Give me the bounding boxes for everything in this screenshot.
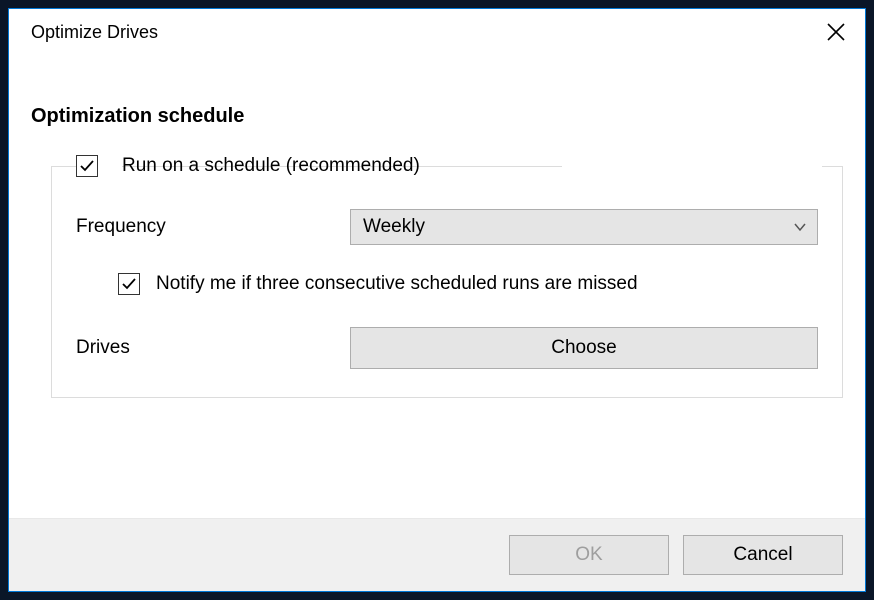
- notify-label: Notify me if three consecutive scheduled…: [156, 273, 638, 295]
- run-schedule-label: Run on a schedule (recommended): [122, 155, 420, 177]
- frequency-value: Weekly: [363, 216, 425, 238]
- ok-button-label: OK: [575, 544, 602, 566]
- ok-button[interactable]: OK: [509, 535, 669, 575]
- section-heading: Optimization schedule: [31, 105, 843, 128]
- choose-button-label: Choose: [551, 337, 617, 359]
- run-schedule-checkbox[interactable]: [76, 155, 98, 177]
- content-area: Optimization schedule Run on a schedule …: [9, 55, 865, 518]
- frequency-dropdown[interactable]: Weekly: [350, 209, 818, 245]
- close-button[interactable]: [821, 17, 851, 47]
- frequency-row: Frequency Weekly: [76, 209, 818, 245]
- checkmark-icon: [79, 158, 95, 174]
- dialog-window: Optimize Drives Optimization schedule Ru…: [8, 8, 866, 592]
- titlebar: Optimize Drives: [9, 9, 865, 55]
- cancel-button[interactable]: Cancel: [683, 535, 843, 575]
- close-icon: [826, 22, 846, 42]
- notify-row: Notify me if three consecutive scheduled…: [76, 273, 818, 295]
- dialog-footer: OK Cancel: [9, 518, 865, 591]
- chevron-down-icon: [793, 216, 807, 238]
- checkmark-icon: [121, 276, 137, 292]
- notify-checkbox[interactable]: [118, 273, 140, 295]
- schedule-groupbox: Run on a schedule (recommended) Frequenc…: [51, 166, 843, 398]
- choose-button[interactable]: Choose: [350, 327, 818, 369]
- window-title: Optimize Drives: [31, 22, 158, 43]
- drives-label: Drives: [76, 337, 350, 359]
- drives-row: Drives Choose: [76, 327, 818, 369]
- frequency-label: Frequency: [76, 216, 350, 238]
- cancel-button-label: Cancel: [733, 544, 792, 566]
- groupbox-border-gap: [562, 166, 822, 168]
